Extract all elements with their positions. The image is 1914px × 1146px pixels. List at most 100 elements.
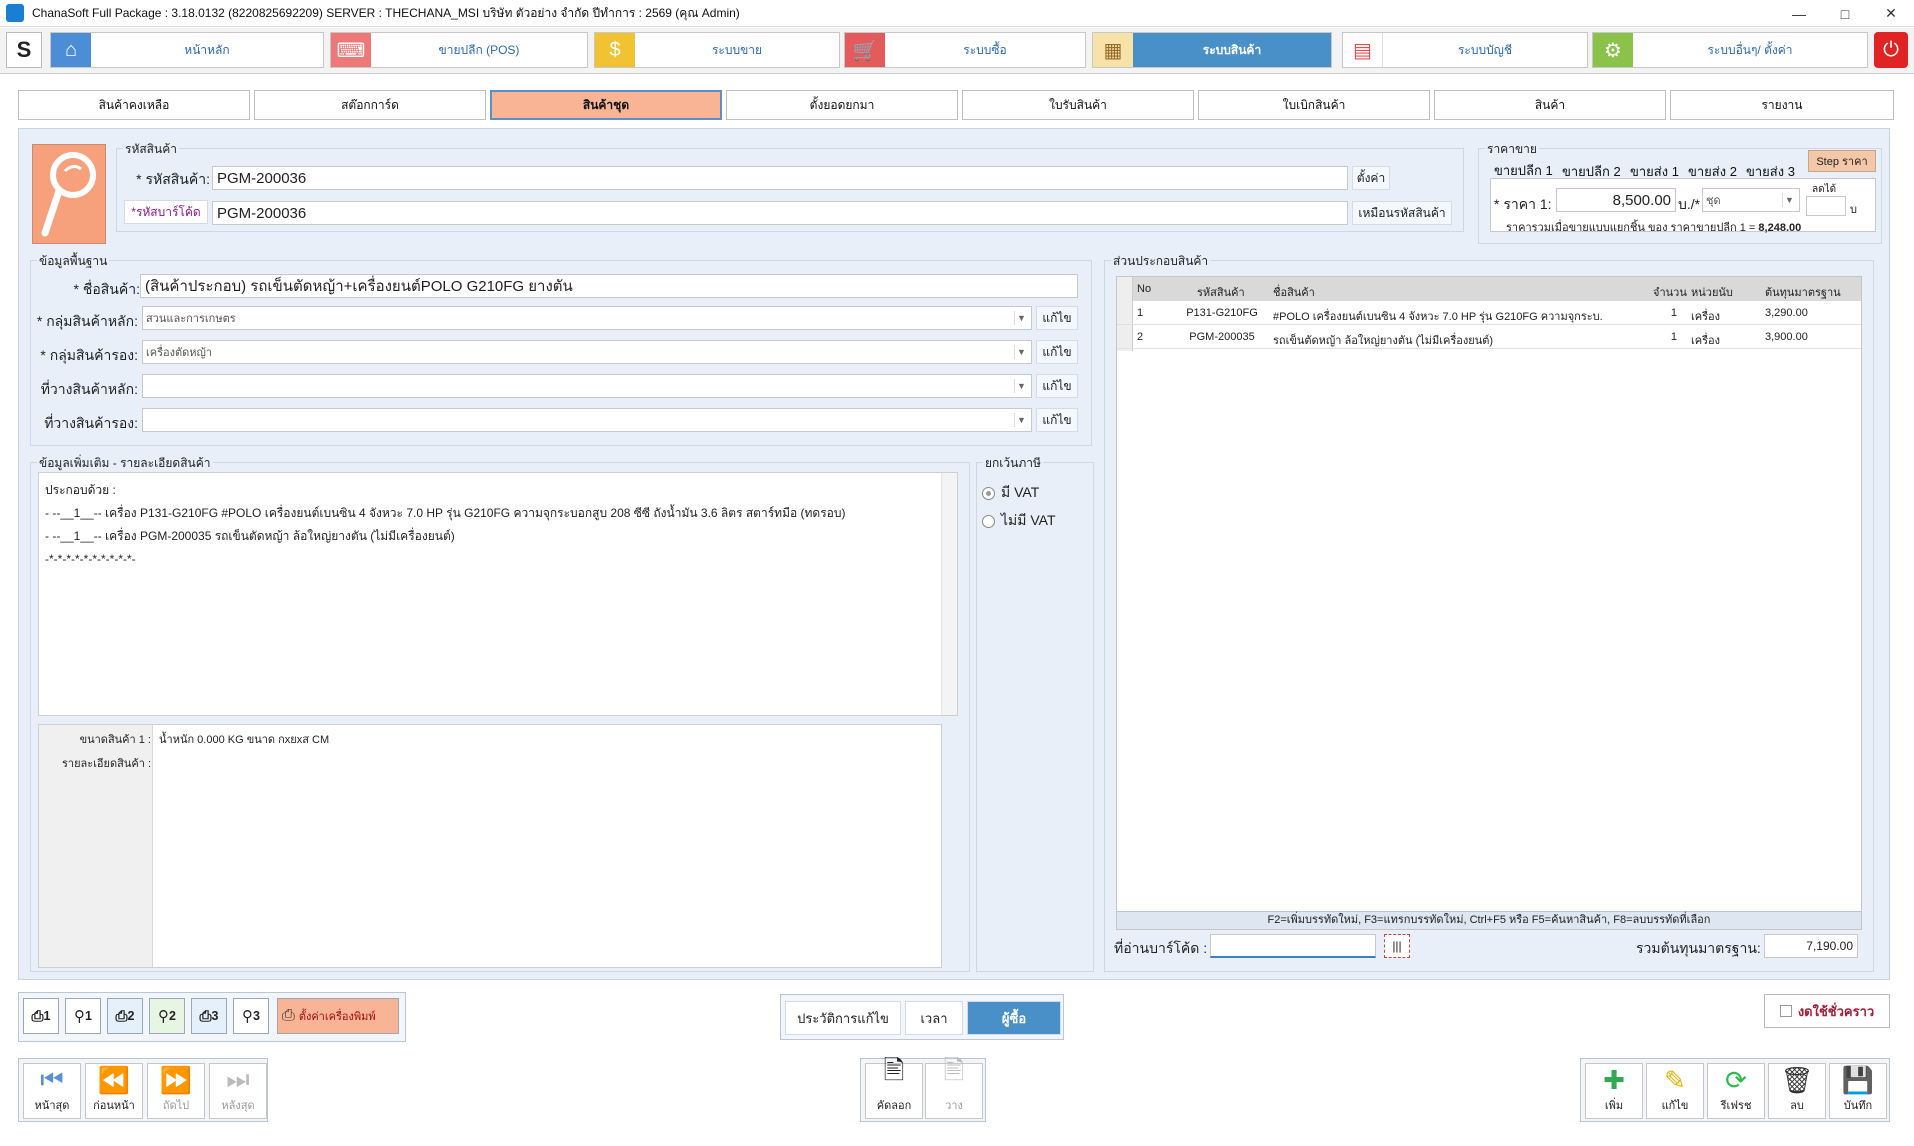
detail-scrollbar[interactable] bbox=[941, 473, 957, 715]
close-icon[interactable]: ✕ bbox=[1868, 0, 1914, 27]
tab-product-set[interactable]: สินค้าชุด bbox=[490, 90, 722, 120]
preview-3-icon[interactable]: ⚲ 3 bbox=[233, 998, 269, 1034]
minimize-icon[interactable]: — bbox=[1776, 0, 1822, 27]
home-icon: ⌂ bbox=[51, 33, 91, 67]
refresh-button[interactable]: ⟳ รีเฟรช bbox=[1707, 1063, 1765, 1119]
product-name-field[interactable]: (สินค้าประกอบ) รถเข็นตัดหญ้า+เครื่องยนต์… bbox=[140, 274, 1078, 298]
table-header: No รหัสสินค้า ชื่อสินค้า จำนวน หน่วยนับ … bbox=[1117, 277, 1861, 301]
radio-icon[interactable] bbox=[982, 486, 995, 500]
discount-unit: บ bbox=[1850, 204, 1857, 216]
suspend-checkbox[interactable]: งดใช้ชั่วคราว bbox=[1764, 994, 1890, 1028]
add-button[interactable]: ✚ เพิ่ม bbox=[1585, 1063, 1643, 1119]
copy-button[interactable]: 🖹 คัดลอก bbox=[865, 1055, 923, 1119]
detail-textarea[interactable]: ประกอบด้วย : - --__1__-- เครื่อง P131-G2… bbox=[38, 472, 958, 716]
same-as-code-button[interactable]: เหมือนรหัสสินค้า bbox=[1352, 201, 1452, 225]
edit-main-group-button[interactable]: แก้ไข bbox=[1036, 306, 1078, 330]
unit-combo[interactable]: ชุด ▼ bbox=[1702, 188, 1800, 212]
vat-option-label: มี VAT bbox=[1001, 484, 1040, 500]
module-accounting[interactable]: ▤ ระบบบัญชี bbox=[1342, 32, 1588, 68]
module-home[interactable]: ⌂ หน้าหลัก bbox=[50, 32, 324, 68]
discount-field[interactable] bbox=[1806, 196, 1846, 216]
main-location-label: ที่วางสินค้าหลัก: bbox=[40, 381, 138, 397]
tab-goods-receipt[interactable]: ใบรับสินค้า bbox=[962, 90, 1194, 120]
next-record-button[interactable]: ⏩ ถัดไป bbox=[147, 1063, 205, 1119]
barcode-field[interactable]: PGM-200036 bbox=[212, 201, 1348, 225]
module-purchase[interactable]: 🛒 ระบบซื้อ bbox=[844, 32, 1086, 68]
previous-record-button[interactable]: ⏪ ก่อนหน้า bbox=[85, 1063, 143, 1119]
sub-location-combo[interactable]: ▼ bbox=[142, 408, 1032, 432]
row-unit: เครื่อง bbox=[1691, 311, 1721, 323]
tab-buyer[interactable]: ผู้ซื้อ bbox=[967, 1001, 1061, 1035]
sub-group-combo[interactable]: เครื่องตัดหญ้า ▼ bbox=[142, 340, 1032, 364]
edit-button[interactable]: ✎ แก้ไข bbox=[1646, 1063, 1704, 1119]
preview-2-icon[interactable]: ⚲ 2 bbox=[149, 998, 185, 1034]
product-code-field[interactable]: PGM-200036 bbox=[212, 166, 1348, 190]
chanasoft-logo-icon[interactable]: S bbox=[6, 32, 42, 68]
sub-tabs: สินค้าคงเหลือ สต๊อกการ์ด สินค้าชุด ตั้งย… bbox=[18, 90, 1894, 122]
tab-stock-balance[interactable]: สินค้าคงเหลือ bbox=[18, 90, 250, 120]
module-inventory[interactable]: ▦ ระบบสินค้า bbox=[1092, 32, 1332, 68]
components-table[interactable]: No รหัสสินค้า ชื่อสินค้า จำนวน หน่วยนับ … bbox=[1116, 276, 1862, 930]
vat-option-no[interactable]: ไม่มี VAT bbox=[982, 510, 1056, 532]
first-record-button[interactable]: ⏮ หน้าสุด bbox=[23, 1063, 81, 1119]
print-2-icon[interactable]: ⎙ 2 bbox=[107, 998, 143, 1034]
paste-button[interactable]: 🖹 วาง bbox=[925, 1055, 983, 1119]
table-row[interactable]: 2 PGM-200035 รถเข็นตัดหญ้า ล้อใหญ่ยางตัน… bbox=[1117, 325, 1861, 349]
delete-label: ลบ bbox=[1790, 1100, 1804, 1112]
save-button[interactable]: 💾 บันทึก bbox=[1829, 1063, 1887, 1119]
print-3-icon[interactable]: ⎙ 3 bbox=[191, 998, 227, 1034]
step-price-button[interactable]: Step ราคา bbox=[1808, 150, 1876, 172]
window-title: ChanaSoft Full Package : 3.18.0132 (8220… bbox=[32, 5, 740, 20]
last-record-button[interactable]: ⏭ หลังสุด bbox=[209, 1063, 267, 1119]
module-pos[interactable]: ⌨ ขายปลีก (POS) bbox=[330, 32, 588, 68]
table-row[interactable]: 1 P131-G210FG #POLO เครื่องยนต์เบนซิน 4 … bbox=[1117, 301, 1861, 325]
tab-stock-card[interactable]: สต๊อกการ์ด bbox=[254, 90, 486, 120]
row-no: 2 bbox=[1137, 331, 1144, 343]
tab-reports[interactable]: รายงาน bbox=[1670, 90, 1894, 120]
edit-sub-location-button[interactable]: แก้ไข bbox=[1036, 408, 1078, 432]
chevron-down-icon[interactable]: ▼ bbox=[1014, 379, 1028, 393]
module-label: ระบบขาย bbox=[711, 42, 763, 57]
chevron-down-icon[interactable]: ▼ bbox=[1782, 193, 1796, 207]
main-group-label: * กลุ่มสินค้าหลัก: bbox=[36, 313, 138, 329]
print-index: 2 bbox=[169, 1009, 176, 1023]
barcode-reader-field[interactable] bbox=[1210, 934, 1376, 958]
barcode-icon[interactable]: ||| bbox=[1384, 934, 1410, 958]
vat-option-yes[interactable]: มี VAT bbox=[982, 482, 1039, 504]
magnifier-icon bbox=[41, 152, 96, 237]
tab-opening-balance[interactable]: ตั้งยอดยกมา bbox=[726, 90, 958, 120]
print-1-icon[interactable]: ⎙ 1 bbox=[23, 998, 59, 1034]
printer-setting-button[interactable]: ⎙ ตั้งค่าเครื่องพิมพ์ bbox=[277, 998, 399, 1034]
edit-main-location-button[interactable]: แก้ไข bbox=[1036, 374, 1078, 398]
main-location-combo[interactable]: ▼ bbox=[142, 374, 1032, 398]
row-qty: 1 bbox=[1670, 307, 1677, 319]
chevron-down-icon[interactable]: ▼ bbox=[1014, 311, 1028, 325]
power-icon[interactable]: ⏻ bbox=[1874, 32, 1908, 68]
edit-label: แก้ไข bbox=[1661, 1100, 1689, 1112]
chevron-down-icon[interactable]: ▼ bbox=[1014, 413, 1028, 427]
module-sales[interactable]: $ ระบบขาย bbox=[594, 32, 840, 68]
product-image[interactable] bbox=[32, 144, 106, 244]
barcode-reader-label: ที่อ่านบาร์โค้ด : bbox=[1114, 940, 1208, 956]
setting-button[interactable]: ตั้งค่า bbox=[1352, 166, 1390, 190]
module-bar: S ⌂ หน้าหลัก ⌨ ขายปลีก (POS) $ ระบบขาย 🛒… bbox=[0, 28, 1914, 74]
header-name: ชื่อสินค้า bbox=[1273, 287, 1315, 299]
checkbox-icon[interactable] bbox=[1779, 1005, 1792, 1017]
print-index: 3 bbox=[211, 1009, 219, 1023]
tab-edit-history[interactable]: ประวัติการแก้ไข bbox=[785, 1001, 901, 1035]
preview-1-icon[interactable]: ⚲ 1 bbox=[65, 998, 101, 1034]
module-settings[interactable]: ⚙ ระบบอื่นๆ/ ตั้งค่า bbox=[1592, 32, 1868, 68]
price-field[interactable]: 8,500.00 bbox=[1556, 188, 1676, 212]
tab-time[interactable]: เวลา bbox=[905, 1001, 963, 1035]
barcode-label-button[interactable]: *รหัสบาร์โค้ด bbox=[124, 200, 208, 224]
radio-icon[interactable] bbox=[982, 514, 995, 528]
tab-goods-issue[interactable]: ใบเบิกสินค้า bbox=[1198, 90, 1430, 120]
main-group-combo[interactable]: สวนและการเกษตร ▼ bbox=[142, 306, 1032, 330]
delete-button[interactable]: 🗑 ลบ bbox=[1768, 1063, 1826, 1119]
chevron-down-icon[interactable]: ▼ bbox=[1014, 345, 1028, 359]
maximize-icon[interactable]: □ bbox=[1822, 0, 1868, 27]
table-hint-bar: F2=เพิ่มบรรทัดใหม่, F3=แทรกบรรทัดใหม่, C… bbox=[1117, 911, 1861, 929]
tab-products[interactable]: สินค้า bbox=[1434, 90, 1666, 120]
title-bar: ChanaSoft Full Package : 3.18.0132 (8220… bbox=[0, 0, 1914, 27]
edit-sub-group-button[interactable]: แก้ไข bbox=[1036, 340, 1078, 364]
